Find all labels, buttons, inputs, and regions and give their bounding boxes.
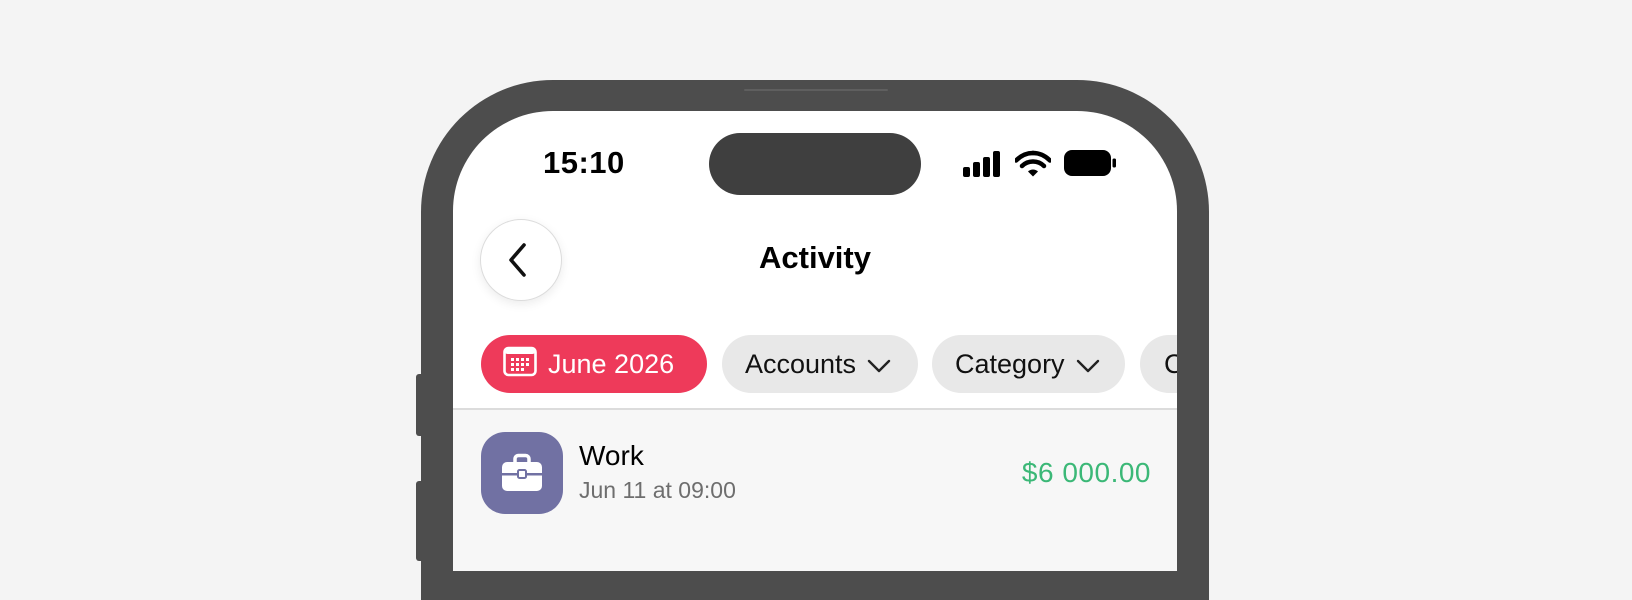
more-filter-chip[interactable]: C: [1140, 335, 1177, 393]
transaction-category-icon: [481, 432, 563, 514]
category-filter-chip[interactable]: Category: [932, 335, 1125, 393]
date-filter-chip[interactable]: June 2026: [481, 335, 707, 393]
transaction-amount: $6 000.00: [1021, 457, 1151, 488]
phone-screen: 15:10 Activity June 2026 Accounts Catego…: [453, 111, 1177, 571]
category-filter-label: Category: [955, 348, 1065, 379]
transaction-title: Work: [579, 440, 644, 471]
speaker-slit: [744, 89, 888, 91]
status-icons: [963, 149, 1133, 182]
battery-icon: [1064, 150, 1116, 181]
page-title: Activity: [759, 240, 871, 275]
dynamic-island: [709, 133, 921, 195]
transaction-list: Work Jun 11 at 09:00 $6 000.00: [453, 410, 1177, 571]
cellular-signal-icon: [963, 151, 1001, 182]
calendar-icon: [503, 345, 537, 384]
accounts-filter-chip[interactable]: Accounts: [722, 335, 918, 393]
transaction-datetime: Jun 11 at 09:00: [579, 477, 736, 503]
chevron-down-icon: [867, 349, 891, 380]
status-time: 15:10: [543, 145, 625, 180]
chevron-down-icon: [1076, 349, 1100, 380]
date-filter-label: June 2026: [548, 348, 675, 379]
more-filter-label: C: [1164, 348, 1177, 379]
wifi-icon: [1013, 149, 1053, 182]
accounts-filter-label: Accounts: [745, 348, 857, 379]
